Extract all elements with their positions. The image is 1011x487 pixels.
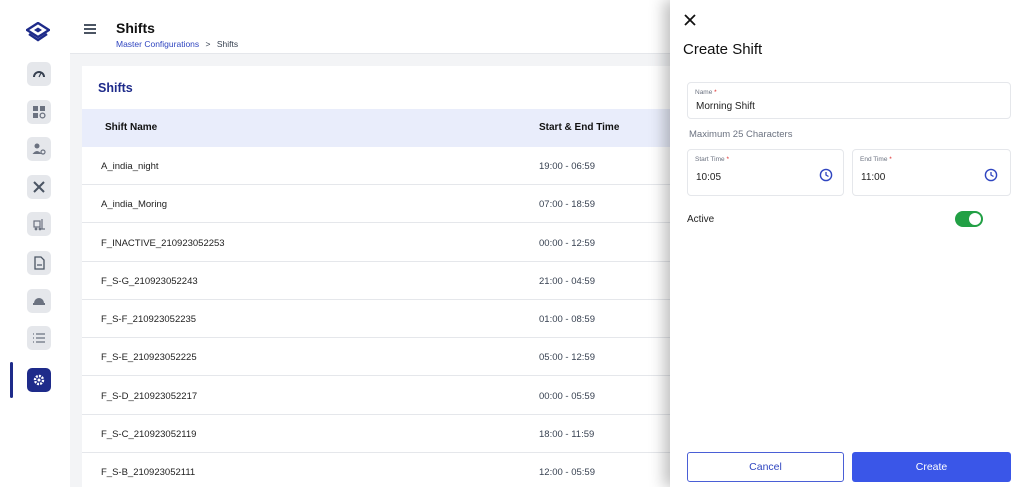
shift-time-cell: 21:00 - 04:59 bbox=[539, 276, 595, 287]
app-logo-icon[interactable] bbox=[26, 22, 50, 44]
create-shift-drawer: Create Shift Name * Morning Shift Maximu… bbox=[670, 0, 1011, 487]
shift-time-cell: 01:00 - 08:59 bbox=[539, 314, 595, 325]
table-header: Shift Name Start & End Time bbox=[82, 109, 682, 147]
nav-item-forklift[interactable] bbox=[27, 212, 51, 236]
nav-item-user-settings[interactable] bbox=[27, 137, 51, 161]
top-header: Shifts Master Configurations > Shifts bbox=[70, 0, 670, 54]
toggle-knob bbox=[969, 213, 981, 225]
nav-item-widgets[interactable] bbox=[27, 100, 51, 124]
nav-item-tools[interactable] bbox=[27, 175, 51, 199]
active-label: Active bbox=[687, 214, 715, 225]
table-row[interactable]: F_S-D_210923052217 00:00 - 05:59 bbox=[82, 377, 682, 415]
shift-name-cell: F_INACTIVE_210923052253 bbox=[101, 238, 225, 249]
drawer-title: Create Shift bbox=[683, 41, 763, 58]
document-icon bbox=[34, 256, 45, 270]
forklift-icon bbox=[33, 219, 45, 231]
shift-name-cell: A_india_Moring bbox=[101, 199, 168, 210]
cancel-button[interactable]: Cancel bbox=[687, 452, 844, 482]
shift-time-cell: 00:00 - 12:59 bbox=[539, 238, 595, 249]
end-time-input[interactable]: End Time * 11:00 bbox=[852, 149, 1011, 196]
end-time-label: End Time * bbox=[860, 156, 892, 163]
table-row[interactable]: F_S-B_210923052111 12:00 - 05:59 bbox=[82, 453, 682, 487]
shifts-table-card: Shifts Shift Name Start & End Time A_ind… bbox=[82, 66, 682, 487]
column-header-shift-name[interactable]: Shift Name bbox=[105, 122, 157, 133]
shift-name-cell: F_S-D_210923052217 bbox=[101, 391, 198, 402]
create-button[interactable]: Create bbox=[852, 452, 1011, 482]
list-icon bbox=[33, 333, 45, 343]
shift-name-cell: F_S-B_210923052111 bbox=[101, 467, 196, 478]
helmet-icon bbox=[33, 298, 45, 305]
breadcrumb: Master Configurations > Shifts bbox=[116, 39, 238, 49]
start-time-input[interactable]: Start Time * 10:05 bbox=[687, 149, 844, 196]
active-toggle[interactable] bbox=[955, 211, 983, 227]
clock-icon[interactable] bbox=[984, 168, 998, 182]
breadcrumb-separator: > bbox=[205, 39, 211, 49]
table-row[interactable]: F_INACTIVE_210923052253 00:00 - 12:59 bbox=[82, 224, 682, 262]
widgets-settings-icon bbox=[33, 106, 46, 119]
nav-item-list[interactable] bbox=[27, 326, 51, 350]
column-header-start-end-time[interactable]: Start & End Time bbox=[539, 122, 619, 133]
nav-active-indicator bbox=[10, 362, 13, 398]
nav-item-dashboard[interactable] bbox=[27, 62, 51, 86]
table-row[interactable]: F_S-C_210923052119 18:00 - 11:59 bbox=[82, 415, 682, 453]
start-time-value: 10:05 bbox=[696, 172, 722, 183]
clock-icon[interactable] bbox=[819, 168, 833, 182]
table-row[interactable]: A_india_Moring 07:00 - 18:59 bbox=[82, 185, 682, 223]
nav-item-documents[interactable] bbox=[27, 251, 51, 275]
tools-icon bbox=[33, 181, 45, 193]
shift-name-value: Morning Shift bbox=[696, 101, 755, 112]
nav-item-settings[interactable] bbox=[27, 368, 51, 392]
shift-time-cell: 05:00 - 12:59 bbox=[539, 352, 595, 363]
gear-icon bbox=[33, 374, 45, 386]
shift-time-cell: 12:00 - 05:59 bbox=[539, 467, 595, 478]
dashboard-gauge-icon bbox=[33, 71, 45, 78]
name-hint: Maximum 25 Characters bbox=[689, 129, 793, 140]
shift-time-cell: 07:00 - 18:59 bbox=[539, 199, 595, 210]
menu-icon[interactable] bbox=[84, 24, 96, 34]
card-title: Shifts bbox=[98, 81, 133, 95]
shift-name-cell: F_S-C_210923052119 bbox=[101, 429, 197, 440]
shift-time-cell: 00:00 - 05:59 bbox=[539, 391, 595, 402]
start-time-label: Start Time * bbox=[695, 156, 729, 163]
page-title: Shifts bbox=[116, 20, 155, 36]
shift-name-label: Name * bbox=[695, 89, 717, 96]
shift-name-cell: F_S-F_210923052235 bbox=[101, 314, 197, 325]
close-icon[interactable] bbox=[682, 12, 698, 28]
shift-name-input[interactable]: Name * Morning Shift bbox=[687, 82, 1011, 119]
nav-item-safety[interactable] bbox=[27, 289, 51, 313]
user-settings-icon bbox=[32, 143, 46, 155]
sidebar bbox=[0, 0, 70, 487]
table-row[interactable]: F_S-E_210923052225 05:00 - 12:59 bbox=[82, 338, 682, 376]
end-time-value: 11:00 bbox=[861, 172, 886, 183]
shift-name-cell: F_S-G_210923052243 bbox=[101, 276, 198, 287]
table-row[interactable]: A_india_night 19:00 - 06:59 bbox=[82, 147, 682, 185]
shift-time-cell: 18:00 - 11:59 bbox=[539, 429, 595, 440]
shift-name-cell: F_S-E_210923052225 bbox=[101, 352, 197, 363]
table-row[interactable]: F_S-F_210923052235 01:00 - 08:59 bbox=[82, 300, 682, 338]
breadcrumb-current: Shifts bbox=[216, 39, 239, 49]
table-row[interactable]: F_S-G_210923052243 21:00 - 04:59 bbox=[82, 262, 682, 300]
shift-name-cell: A_india_night bbox=[101, 161, 159, 172]
shift-time-cell: 19:00 - 06:59 bbox=[539, 161, 595, 172]
breadcrumb-link-master-configurations[interactable]: Master Configurations bbox=[116, 39, 199, 49]
